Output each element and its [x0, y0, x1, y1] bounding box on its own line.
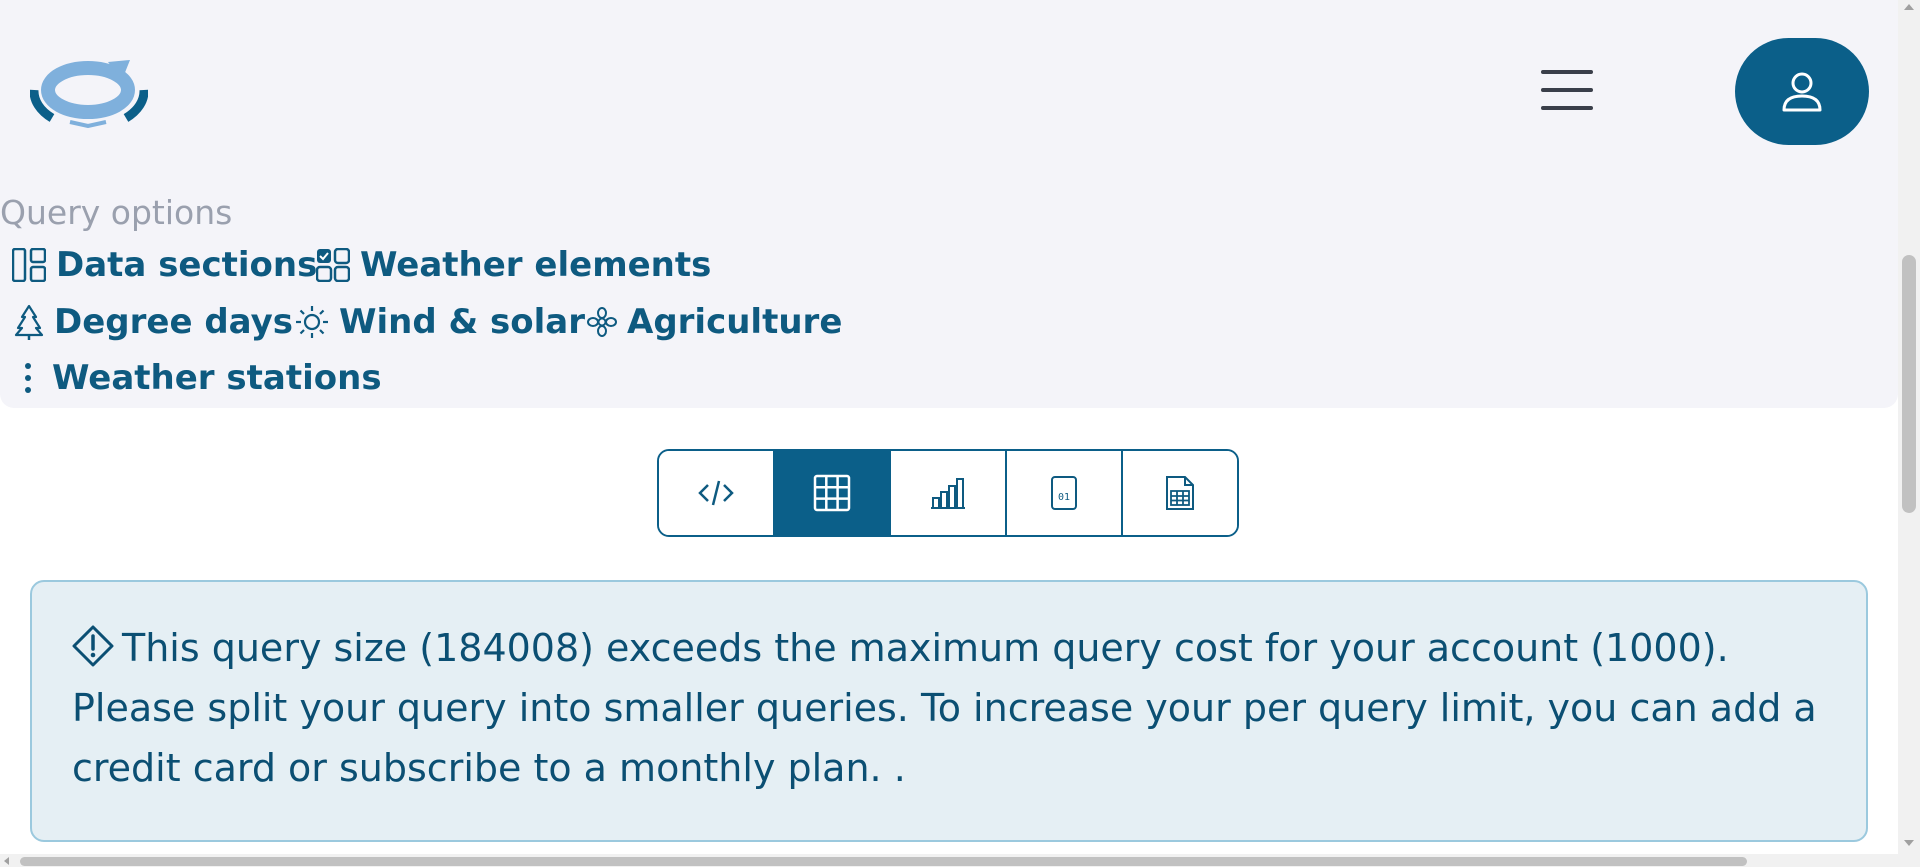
bar-chart-icon [931, 478, 965, 509]
spreadsheet-file-icon [1166, 476, 1194, 510]
tree-icon [14, 304, 44, 340]
layout-icon [12, 248, 46, 282]
binary-file-button[interactable]: 01 [1007, 451, 1123, 535]
code-icon [698, 480, 734, 506]
degree-days-link[interactable]: Degree days [14, 302, 293, 342]
table-view-button[interactable] [775, 451, 891, 535]
weather-elements-label: Weather elements [360, 245, 712, 285]
weather-stations-label: Weather stations [52, 358, 382, 398]
horizontal-scroll-thumb[interactable] [20, 857, 1747, 866]
hamburger-line [1541, 106, 1593, 110]
query-cost-alert: This query size (184008) exceeds the max… [30, 580, 1868, 842]
data-sections-label: Data sections [56, 245, 318, 285]
scroll-up-icon[interactable] [1904, 4, 1914, 10]
checkbox-grid-icon [316, 248, 350, 282]
table-grid-icon [813, 474, 851, 512]
scroll-down-icon[interactable] [1904, 840, 1914, 846]
horizontal-scrollbar[interactable] [0, 854, 1898, 867]
code-view-button[interactable] [659, 451, 775, 535]
wind-solar-label: Wind & solar [339, 302, 585, 342]
data-sections-link[interactable]: Data sections [12, 245, 317, 285]
weather-elements-link[interactable]: Weather elements [316, 245, 711, 285]
user-icon [1782, 72, 1822, 111]
weather-stations-link[interactable]: Weather stations [18, 358, 382, 398]
vertical-scroll-thumb[interactable] [1902, 255, 1916, 513]
warning-diamond-icon [72, 625, 114, 667]
chart-view-button[interactable] [891, 451, 1007, 535]
agriculture-label: Agriculture [627, 302, 843, 342]
svg-text:01: 01 [1058, 492, 1070, 503]
view-toolbar: 01 [657, 449, 1239, 537]
flower-icon [587, 307, 617, 337]
binary-file-icon: 01 [1051, 476, 1077, 510]
query-options-title: Query options [0, 193, 233, 232]
menu-button[interactable] [1541, 70, 1593, 112]
hamburger-line [1541, 88, 1593, 92]
app-logo[interactable] [29, 52, 149, 129]
wind-solar-link[interactable]: Wind & solar [295, 302, 585, 342]
vertical-dots-icon [25, 363, 31, 393]
user-account-button[interactable] [1735, 38, 1869, 145]
refresh-cycle-logo-icon [29, 60, 149, 129]
alert-message: This query size (184008) exceeds the max… [72, 626, 1817, 790]
sun-icon [296, 306, 328, 338]
query-options-panel: Query options Data sections Weather elem… [0, 185, 1898, 408]
degree-days-label: Degree days [54, 302, 293, 342]
vertical-scrollbar[interactable] [1898, 0, 1920, 867]
spreadsheet-file-button[interactable] [1123, 451, 1237, 535]
top-header [0, 0, 1898, 185]
hamburger-icon [1541, 70, 1593, 74]
scroll-left-icon[interactable] [4, 857, 9, 865]
agriculture-link[interactable]: Agriculture [587, 302, 842, 342]
